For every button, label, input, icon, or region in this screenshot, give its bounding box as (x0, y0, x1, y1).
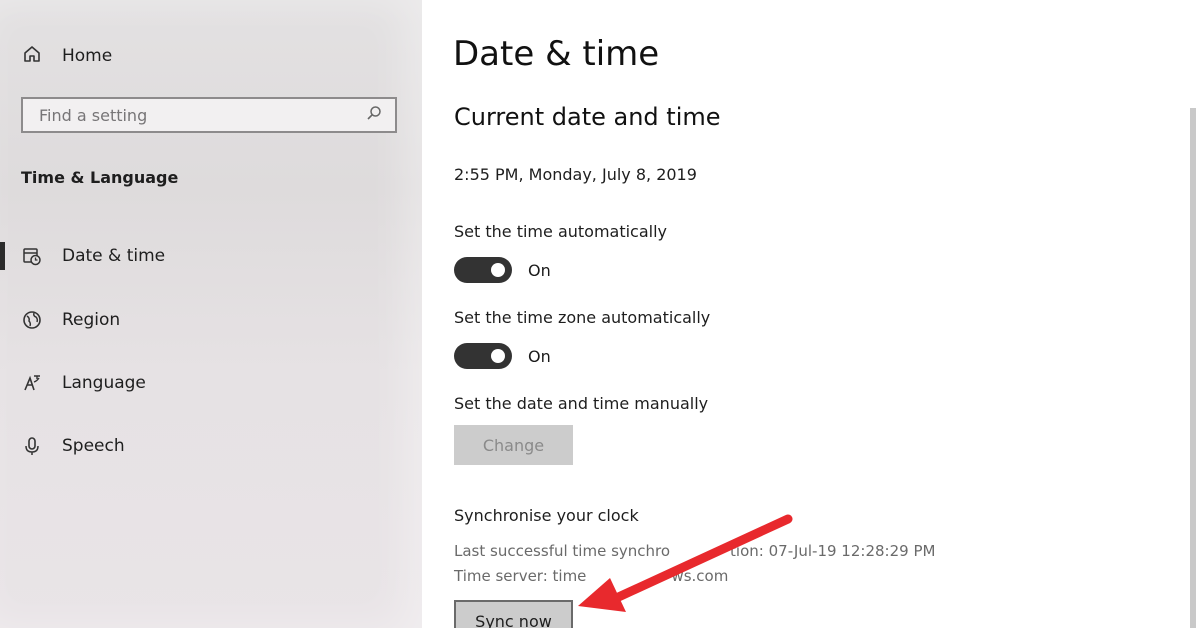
sidebar: Home Time & Language Date & ti (0, 0, 422, 628)
toggle-knob (491, 349, 505, 363)
auto-time-label: Set the time automatically (454, 222, 668, 241)
page-title: Date & time (453, 34, 660, 74)
change-button[interactable]: Change (454, 425, 573, 465)
toggle-knob (491, 263, 505, 277)
auto-timezone-state: On (528, 346, 551, 366)
language-icon (22, 373, 42, 393)
sidebar-item-date-time[interactable]: Date & time (0, 236, 422, 276)
manual-time-label: Set the date and time manually (454, 394, 709, 413)
auto-time-state: On (528, 260, 551, 280)
auto-time-toggle-row: On (454, 257, 551, 283)
auto-timezone-toggle[interactable] (454, 343, 512, 369)
sync-now-button[interactable]: Sync now (454, 600, 573, 628)
auto-timezone-toggle-row: On (454, 343, 551, 369)
search-input[interactable] (37, 104, 365, 126)
sidebar-item-region[interactable]: Region (0, 300, 422, 340)
sidebar-item-language[interactable]: Language (0, 363, 422, 403)
last-sync-suffix: tion: 07-Jul-19 12:28:29 PM (730, 542, 936, 560)
scrollbar[interactable] (1190, 108, 1196, 628)
home-icon (22, 44, 42, 69)
auto-timezone-label: Set the time zone automatically (454, 308, 711, 327)
current-date-heading: Current date and time (454, 103, 721, 131)
time-server-info: Time server: time ws.com (454, 567, 728, 585)
section-title: Time & Language (21, 168, 179, 187)
sidebar-item-label: Date & time (62, 246, 166, 266)
sidebar-item-label: Speech (62, 436, 125, 456)
sidebar-item-label: Region (62, 310, 121, 330)
settings-window: Home Time & Language Date & ti (0, 0, 1196, 628)
search-box[interactable] (21, 97, 397, 133)
server-suffix: ws.com (671, 567, 729, 585)
main-content: Date & time Current date and time 2:55 P… (422, 0, 1196, 628)
last-sync-info: Last successful time synchro tion: 07-Jul… (454, 542, 935, 560)
home-label: Home (62, 46, 113, 66)
home-nav-item[interactable]: Home (22, 42, 112, 70)
sidebar-item-speech[interactable]: Speech (0, 426, 422, 466)
sidebar-item-label: Language (62, 373, 146, 393)
server-prefix: Time server: time (454, 567, 587, 585)
auto-time-toggle[interactable] (454, 257, 512, 283)
globe-icon (22, 310, 42, 330)
microphone-icon (22, 436, 42, 456)
last-sync-prefix: Last successful time synchro (454, 542, 671, 560)
date-time-icon (22, 246, 42, 266)
search-icon[interactable] (365, 104, 383, 126)
sync-heading: Synchronise your clock (454, 506, 639, 525)
current-datetime: 2:55 PM, Monday, July 8, 2019 (454, 165, 697, 184)
